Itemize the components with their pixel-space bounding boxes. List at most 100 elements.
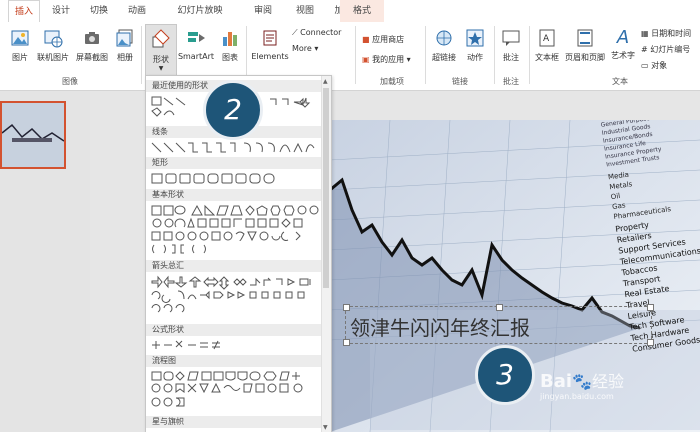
connector-button[interactable]: ⟋ Connector [292,28,341,38]
paw-icon: 🐾 [572,372,592,391]
shape-grid-arrows[interactable] [150,275,320,317]
screenshot-button[interactable]: 屏幕截图 [74,28,110,63]
links-group-label: 链接 [452,77,468,86]
addins-group-label: 加载项 [380,77,404,86]
thumbnail-image [2,103,64,167]
action-label: 动作 [467,53,483,62]
chart-icon [223,32,237,46]
section-equation-shapes: 公式形状 [146,324,327,336]
tab-transitions[interactable]: 切换 [84,0,114,22]
watermark: Bai🐾经验 jingyan.baidu.com [540,368,624,401]
picture-label: 图片 [12,53,28,62]
chevron-down-icon: ▼ [158,65,164,72]
more-button[interactable]: More ▾ [292,44,318,53]
tab-insert[interactable]: 插入 [8,0,40,24]
smartart-button[interactable]: SmartArt [177,28,215,61]
object-button[interactable]: ▭ 对象 [641,60,667,71]
title-textbox[interactable]: 领津牛闪闪年终汇报 [343,304,654,346]
chart-button[interactable]: 图表 [218,28,242,63]
shape-grid-basic[interactable] [150,204,320,256]
scroll-down-icon[interactable]: ▼ [323,424,328,431]
my-apps-label: 我的应用 [372,55,405,64]
store-button[interactable]: ■ 应用商店 [362,34,404,45]
hyperlink-label: 超链接 [432,53,456,62]
resize-handle[interactable] [343,304,350,311]
elements-label: Elements [251,52,289,61]
tab-format[interactable]: 格式 [340,0,384,22]
textbox-label: 文本框 [535,53,559,62]
gallery-scrollbar[interactable]: ▲ ▼ [321,76,331,432]
datetime-label: 日期和时间 [651,29,692,38]
shape-grid-lines[interactable] [150,141,320,155]
separator [425,26,426,84]
watermark-suffix: 经验 [591,372,624,391]
datetime-button[interactable]: ▦ 日期和时间 [641,28,691,39]
picture-button[interactable]: 图片 [6,28,34,63]
arrow-icons [151,275,311,313]
shape-grid-flowchart[interactable] [150,370,320,412]
header-footer-button[interactable]: 页眉和页脚 [563,28,607,63]
tab-animations[interactable]: 动画 [122,0,152,22]
connector-icon: ⟋ [292,28,301,37]
equation-icons [152,340,220,350]
wordart-label: 艺术字 [611,51,635,60]
smartart-label: SmartArt [177,52,215,61]
powerpoint-window: 插入 设计 切换 动画 幻灯片放映 审阅 视图 加载项 格式 图片 联机图片 屏… [0,0,700,432]
store-icon: ■ [362,35,370,44]
shapes-button[interactable]: 形状 ▼ [145,24,177,76]
step-callout: 2 [203,80,263,140]
action-button[interactable]: 动作 [462,28,488,63]
resize-handle[interactable] [647,339,654,346]
basic-shape-icons [151,204,319,254]
shapes-label: 形状 [153,55,169,64]
shape-grid-equation[interactable] [150,339,320,351]
shape-grid-rectangles[interactable] [150,172,320,186]
slide-thumbnail[interactable] [0,101,66,169]
tab-review[interactable]: 审阅 [248,0,278,22]
list-item: Media [607,170,630,182]
list-item: Oil [610,191,621,202]
my-apps-button[interactable]: ▣ 我的应用 ▾ [362,54,411,65]
tab-view[interactable]: 视图 [290,0,320,22]
comment-label: 批注 [503,53,519,62]
resize-handle[interactable] [496,304,503,311]
list-item: Metals [608,180,633,192]
elements-button[interactable]: Elements [250,28,290,61]
images-group-label: 图像 [62,77,78,86]
flowchart-icons [151,371,303,407]
globe-link-icon [436,30,452,46]
separator [494,26,495,84]
wordart-button[interactable]: A 艺术字 [608,28,638,61]
camera-icon [85,32,99,44]
wordart-icon: A [616,27,630,48]
header-footer-icon [577,29,593,47]
line-icons [151,142,315,153]
hash-icon: # [641,45,648,54]
scroll-up-icon[interactable]: ▲ [323,78,328,85]
shapes-icon [152,29,170,48]
picture-icon [11,30,29,46]
slide-number-label: 幻灯片编号 [650,45,691,54]
tab-design[interactable]: 设计 [46,0,76,22]
chart-label: 图表 [222,53,238,62]
scroll-thumb[interactable] [323,88,329,288]
section-stars-banners: 星与旗帜 [146,416,327,428]
chevron-down-icon: ▾ [314,44,319,53]
step-callout: 3 [475,345,535,405]
connector-label: Connector [300,28,342,37]
online-picture-button[interactable]: 联机图片 [34,28,72,63]
comment-button[interactable]: 批注 [498,28,524,63]
watermark-url: jingyan.baidu.com [540,392,614,401]
slide-number-button[interactable]: # 幻灯片编号 [641,44,690,55]
album-label: 相册 [117,53,133,62]
hyperlink-button[interactable]: 超链接 [428,28,460,63]
svg-text:A: A [543,34,550,44]
resize-handle[interactable] [343,339,350,346]
textbox-button[interactable]: A 文本框 [532,28,562,63]
resize-handle[interactable] [647,304,654,311]
elements-icon [263,30,277,46]
album-button[interactable]: 相册 [112,28,138,63]
section-block-arrows: 箭头总汇 [146,260,327,272]
tab-slideshow[interactable]: 幻灯片放映 [168,0,232,22]
watermark-brand: Bai [540,371,573,392]
